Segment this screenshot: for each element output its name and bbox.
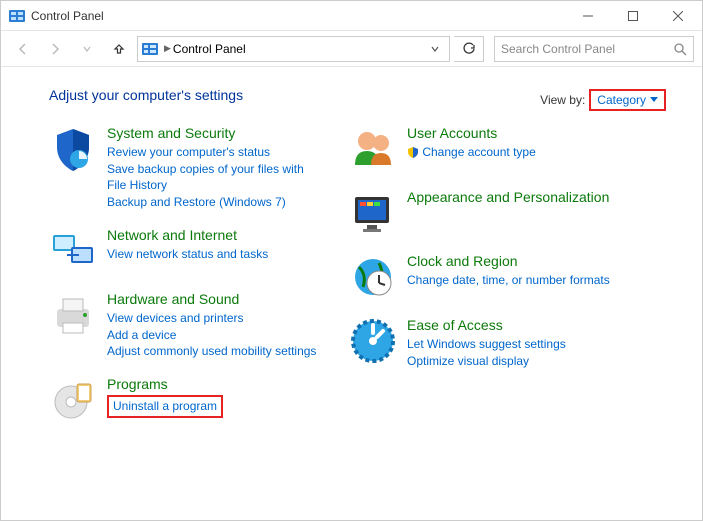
category-programs: Programs Uninstall a program <box>49 376 319 424</box>
minimize-button[interactable] <box>565 1 610 30</box>
category-title[interactable]: Hardware and Sound <box>107 291 319 308</box>
breadcrumb-separator-icon: ▶ <box>164 43 171 54</box>
category-title[interactable]: Network and Internet <box>107 227 319 244</box>
search-placeholder: Search Control Panel <box>501 42 673 56</box>
recent-locations-button[interactable] <box>73 35 101 63</box>
address-dropdown-icon[interactable] <box>425 45 445 53</box>
search-input[interactable]: Search Control Panel <box>494 36 694 62</box>
category-link[interactable]: Add a device <box>107 327 319 344</box>
back-button[interactable] <box>9 35 37 63</box>
category-link-uninstall[interactable]: Uninstall a program <box>113 399 217 413</box>
category-network-internet: Network and Internet View network status… <box>49 227 319 275</box>
printer-icon <box>49 291 97 339</box>
window-title: Control Panel <box>31 9 104 23</box>
view-by-label: View by: <box>540 93 585 107</box>
category-title[interactable]: Appearance and Personalization <box>407 189 619 206</box>
view-by-control: View by: Category <box>540 89 666 111</box>
shield-icon <box>49 125 97 173</box>
user-accounts-icon <box>349 125 397 173</box>
ease-of-access-icon <box>349 317 397 365</box>
view-by-dropdown[interactable]: Category <box>589 89 666 111</box>
category-link[interactable]: Change date, time, or number formats <box>407 272 619 289</box>
category-link[interactable]: Optimize visual display <box>407 353 619 370</box>
forward-button[interactable] <box>41 35 69 63</box>
category-link[interactable]: Let Windows suggest settings <box>407 336 619 353</box>
category-link[interactable]: View network status and tasks <box>107 246 319 263</box>
clock-icon <box>349 253 397 301</box>
breadcrumb-item[interactable]: Control Panel <box>173 42 246 56</box>
close-button[interactable] <box>655 1 700 30</box>
category-title[interactable]: User Accounts <box>407 125 619 142</box>
category-title[interactable]: Clock and Region <box>407 253 619 270</box>
category-system-security: System and Security Review your computer… <box>49 125 319 211</box>
category-hardware-sound: Hardware and Sound View devices and prin… <box>49 291 319 360</box>
address-bar[interactable]: ▶ Control Panel <box>137 36 450 62</box>
category-link[interactable]: View devices and printers <box>107 310 319 327</box>
chevron-down-icon <box>650 97 658 103</box>
maximize-button[interactable] <box>610 1 655 30</box>
nav-toolbar: ▶ Control Panel Search Control Panel <box>1 31 702 67</box>
appearance-icon <box>349 189 397 237</box>
content-pane: Adjust your computer's settings View by:… <box>1 67 702 440</box>
category-link[interactable]: Change account type <box>407 144 619 161</box>
category-user-accounts: User Accounts Change account type <box>349 125 619 173</box>
category-title[interactable]: Ease of Access <box>407 317 619 334</box>
category-clock-region: Clock and Region Change date, time, or n… <box>349 253 619 301</box>
programs-icon <box>49 376 97 424</box>
category-link[interactable]: Review your computer's status <box>107 144 319 161</box>
category-appearance: Appearance and Personalization <box>349 189 619 237</box>
category-column-right: User Accounts Change account type Appear… <box>349 125 619 440</box>
category-title[interactable]: Programs <box>107 376 319 393</box>
category-ease-of-access: Ease of Access Let Windows suggest setti… <box>349 317 619 369</box>
refresh-button[interactable] <box>454 36 484 62</box>
title-bar: Control Panel <box>1 1 702 31</box>
control-panel-icon <box>9 8 25 24</box>
uac-shield-icon <box>407 146 419 158</box>
category-column-left: System and Security Review your computer… <box>49 125 319 440</box>
category-link[interactable]: Backup and Restore (Windows 7) <box>107 194 319 211</box>
category-title[interactable]: System and Security <box>107 125 319 142</box>
category-link[interactable]: Save backup copies of your files with Fi… <box>107 161 319 195</box>
search-icon <box>673 42 687 56</box>
up-button[interactable] <box>105 35 133 63</box>
view-by-value: Category <box>597 93 646 107</box>
network-icon <box>49 227 97 275</box>
highlighted-link: Uninstall a program <box>107 395 223 418</box>
category-link[interactable]: Adjust commonly used mobility settings <box>107 343 319 360</box>
location-icon <box>142 41 160 57</box>
